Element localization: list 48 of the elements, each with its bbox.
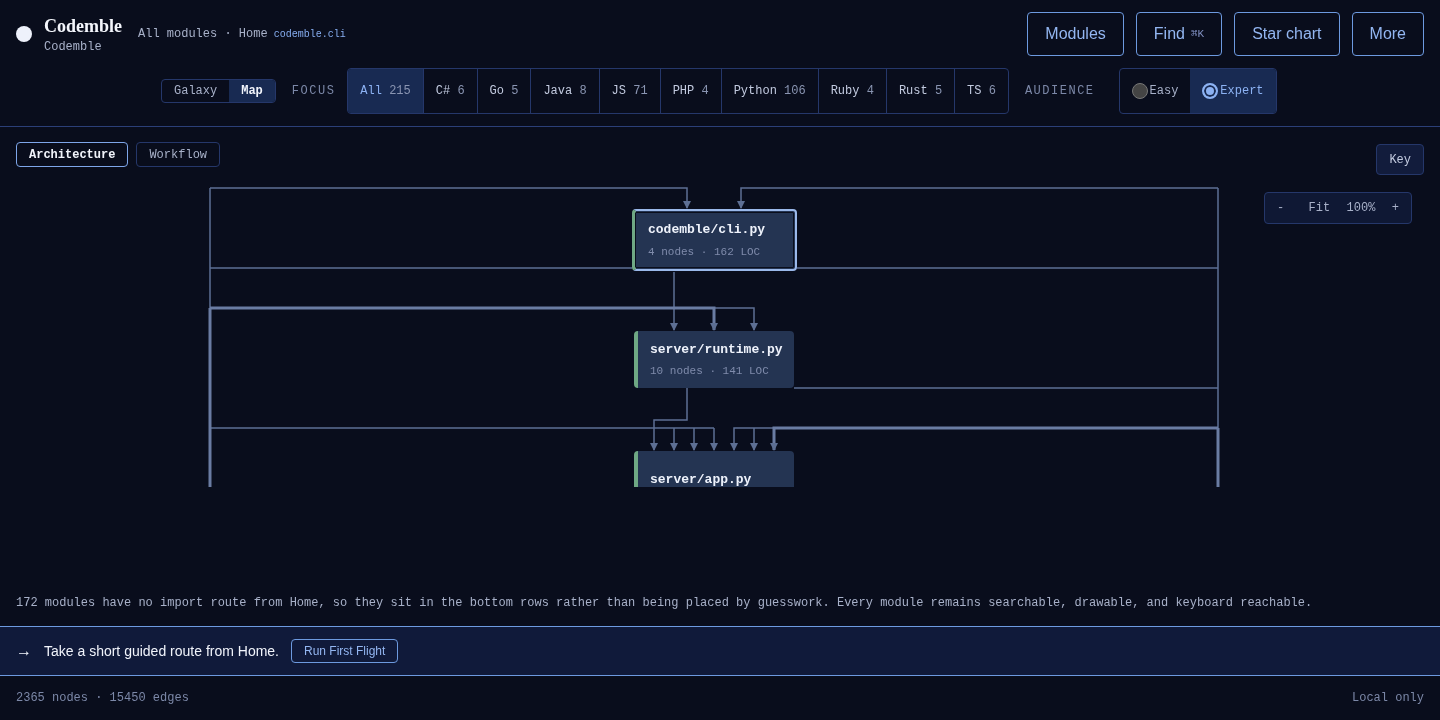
diagram-view-tab[interactable]: Architecture xyxy=(16,142,129,167)
header-button[interactable]: Find ⌘K xyxy=(1135,12,1223,56)
zoom-out-button[interactable]: - xyxy=(1277,199,1285,217)
language-filter[interactable]: JS 71 xyxy=(598,69,660,113)
run-first-flight-button[interactable]: Run First Flight xyxy=(291,639,399,663)
arrow-icon: → xyxy=(16,639,32,663)
fit-button[interactable]: Fit xyxy=(1308,199,1331,217)
module-node[interactable]: server/app.py xyxy=(634,451,794,487)
language-filter[interactable]: Go 5 xyxy=(476,69,531,113)
radio-icon[interactable] xyxy=(1131,83,1148,99)
header-button[interactable]: Star chart xyxy=(1234,12,1340,56)
language-filter[interactable]: Rust 5 xyxy=(885,69,955,113)
focus-label: FOCUS xyxy=(291,83,336,100)
module-link[interactable]: codemble.cli xyxy=(273,27,346,42)
language-filter[interactable]: TS 6 xyxy=(954,69,1008,113)
node-meta: 10 nodes · 141 LOC xyxy=(650,364,770,379)
unplaced-modules-note: 172 modules have no import route from Home, so they sit in the bottom rows rather than being placed by guesswork. Every module remains searchable, drawable, and keyboard reachable. xyxy=(16,594,1313,612)
key-button[interactable]: Key xyxy=(1376,144,1424,175)
view-toggle-tab[interactable]: Map xyxy=(229,80,275,102)
audience-label: AUDIENCE xyxy=(1024,83,1095,100)
logo-icon xyxy=(16,26,32,42)
radio-icon[interactable] xyxy=(1202,83,1219,99)
audience-option[interactable]: Easy xyxy=(1119,69,1191,113)
language-filter[interactable]: Java 8 xyxy=(530,69,599,113)
view-toggle-tab[interactable]: Galaxy xyxy=(162,80,230,102)
audience-option[interactable]: Expert xyxy=(1190,69,1276,113)
language-filter[interactable]: Python 106 xyxy=(720,69,818,113)
node-title: codemble/cli.py xyxy=(648,221,767,239)
node-title: server/runtime.py xyxy=(650,340,784,359)
brand-name: Codemble xyxy=(44,15,122,38)
brand-subtitle: Codemble xyxy=(44,39,103,56)
zoom-in-button[interactable]: + xyxy=(1391,199,1399,217)
storage-mode: Local only xyxy=(1352,690,1424,707)
header-button[interactable]: More xyxy=(1351,12,1424,56)
language-filter[interactable]: All 215 xyxy=(348,69,423,113)
module-node[interactable]: server/runtime.py 10 nodes · 141 LOC xyxy=(634,331,794,388)
language-filter[interactable]: C# 6 xyxy=(422,69,477,113)
banner-text: Take a short guided route from Home. xyxy=(44,641,279,661)
diagram-view-tab[interactable]: Workflow xyxy=(136,142,221,167)
node-meta: 4 nodes · 162 LOC xyxy=(648,244,762,260)
language-filter[interactable]: Ruby 4 xyxy=(817,69,886,113)
language-filter[interactable]: PHP 4 xyxy=(659,69,721,113)
breadcrumb-text: All modules · Home xyxy=(138,26,268,43)
header-button[interactable]: Modules xyxy=(1027,12,1124,56)
module-node[interactable]: codemble/cli.py 4 nodes · 162 LOC xyxy=(632,209,797,271)
zoom-level: 100% xyxy=(1346,200,1376,217)
graph-counts: 2365 nodes · 15450 edges xyxy=(16,690,189,707)
node-title: server/app.py xyxy=(650,470,753,487)
